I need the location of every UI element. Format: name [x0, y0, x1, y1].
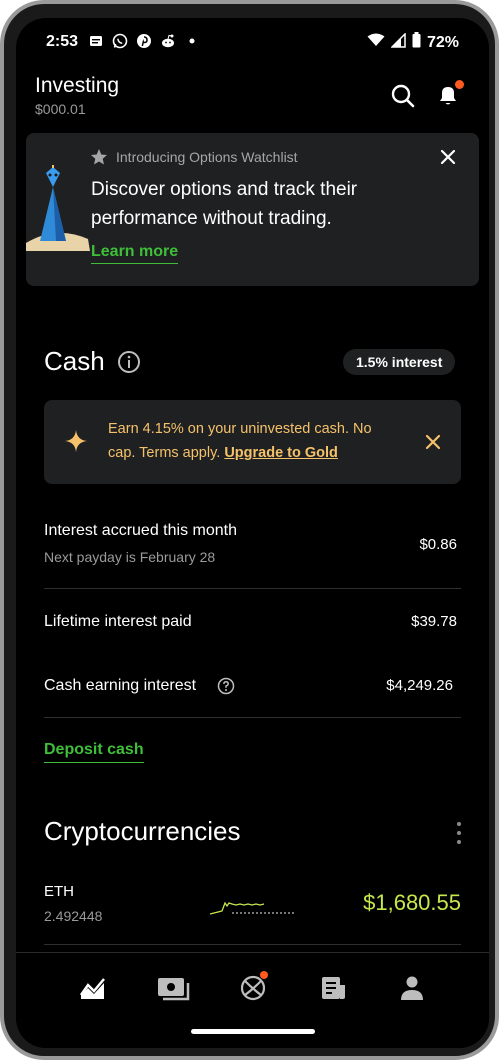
divider [44, 944, 461, 945]
crypto-notification-badge [260, 971, 268, 979]
star-icon [90, 148, 108, 166]
messages-icon [88, 33, 104, 49]
divider [44, 717, 461, 718]
gold-promo-text: Earn 4.15% on your uninvested cash. No c… [108, 417, 398, 465]
crypto-symbol: ETH [44, 883, 74, 900]
page-title: Investing [35, 74, 120, 97]
signal-icon [390, 31, 406, 53]
notification-badge [455, 80, 464, 89]
dismiss-icon[interactable] [424, 433, 442, 451]
eth-sparkline [209, 894, 296, 920]
bottom-nav [16, 952, 489, 1048]
phone-bezel: 2:53 72% Investing $000.01 Introducing O… [4, 4, 495, 1056]
banner-headline: Discover options and track their perform… [91, 179, 358, 229]
cash-earning-interest-value: $4,249.26 [386, 677, 453, 694]
next-payday-label: Next payday is February 28 [44, 549, 216, 565]
battery-icon [412, 32, 421, 53]
help-icon[interactable] [217, 677, 235, 695]
whatsapp-icon [112, 33, 128, 49]
info-icon[interactable] [117, 350, 141, 374]
divider [44, 588, 461, 589]
cash-section-title: Cash [44, 346, 105, 376]
deposit-cash-link[interactable]: Deposit cash [44, 741, 144, 763]
upgrade-to-gold-link[interactable]: Upgrade to Gold [224, 445, 338, 461]
crypto-quantity: 2.492448 [44, 908, 103, 924]
cards-tab-icon[interactable] [157, 973, 190, 1003]
status-bar: 2:53 72% [16, 18, 489, 66]
banner-intro: Introducing Options Watchlist [116, 149, 298, 165]
status-right: 72% [367, 31, 459, 53]
investing-tab-icon[interactable] [78, 973, 108, 1003]
gold-upgrade-card[interactable]: Earn 4.15% on your uninvested cash. No c… [44, 400, 461, 484]
phone-frame: 2:53 72% Investing $000.01 Introducing O… [0, 0, 499, 1060]
sparkle-icon [65, 430, 87, 452]
notification-icons [88, 33, 200, 49]
wifi-icon [367, 33, 385, 52]
reddit-icon [160, 33, 176, 49]
crypto-price: $1,680.55 [363, 890, 461, 915]
lifetime-interest-value: $39.78 [411, 613, 457, 630]
options-illustration-icon [26, 165, 90, 255]
pinterest-icon [136, 33, 152, 49]
battery-percent: 72% [426, 33, 459, 51]
options-watchlist-banner[interactable]: Introducing Options Watchlist Discover o… [26, 133, 479, 286]
cash-earning-interest-label: Cash earning interest [44, 677, 197, 694]
interest-rate-badge: 1.5% interest [343, 349, 456, 375]
interest-accrued-value: $0.86 [419, 536, 457, 553]
learn-more-link[interactable]: Learn more [91, 243, 179, 264]
news-tab-icon[interactable] [318, 973, 348, 1003]
dot-icon [184, 33, 200, 49]
more-options-icon[interactable] [452, 820, 466, 846]
screen: 2:53 72% Investing $000.01 Introducing O… [16, 18, 489, 1048]
search-icon[interactable] [389, 82, 417, 110]
status-time: 2:53 [46, 33, 79, 50]
account-tab-icon[interactable] [397, 973, 427, 1003]
crypto-section-title: Cryptocurrencies [44, 816, 241, 846]
account-balance: $000.01 [35, 101, 86, 117]
close-icon[interactable] [438, 147, 458, 167]
interest-accrued-label: Interest accrued this month [44, 522, 237, 539]
home-indicator[interactable] [191, 1029, 315, 1034]
lifetime-interest-label: Lifetime interest paid [44, 613, 192, 630]
